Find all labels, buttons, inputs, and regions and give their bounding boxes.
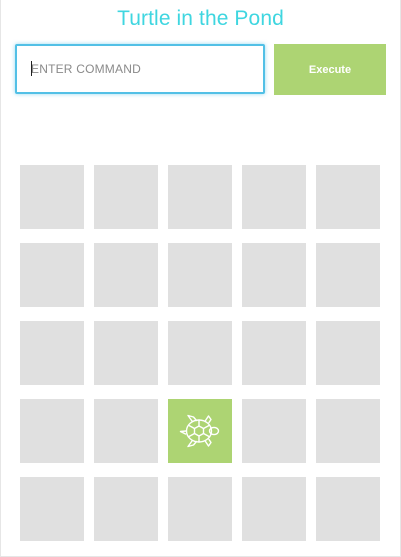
pond-cell-r4-c4 <box>242 399 306 463</box>
pond-cell-r1-c1 <box>20 165 84 229</box>
pond-grid <box>20 165 380 541</box>
pond-cell-r4-c5 <box>316 399 380 463</box>
pond-cell-r3-c1 <box>20 321 84 385</box>
pond-cell-r2-c3 <box>168 243 232 307</box>
pond-cell-r3-c4 <box>242 321 306 385</box>
pond-cell-r1-c5 <box>316 165 380 229</box>
page-title: Turtle in the Pond <box>117 7 284 30</box>
pond-cell-r3-c3 <box>168 321 232 385</box>
pond-cell-r5-c4 <box>242 477 306 541</box>
pond-cell-r2-c4 <box>242 243 306 307</box>
pond-cell-r5-c5 <box>316 477 380 541</box>
execute-button[interactable]: Execute <box>274 44 386 95</box>
pond-cell-r5-c3 <box>168 477 232 541</box>
pond-cell-r3-c2 <box>94 321 158 385</box>
pond-cell-r3-c5 <box>316 321 380 385</box>
pond-cell-r4-c1 <box>20 399 84 463</box>
pond-cell-r5-c2 <box>94 477 158 541</box>
pond-cell-r1-c3 <box>168 165 232 229</box>
pond-cell-r1-c4 <box>242 165 306 229</box>
pond-cell-r2-c1 <box>20 243 84 307</box>
turtle-icon <box>178 409 222 453</box>
command-input[interactable] <box>15 44 265 94</box>
pond-cell-r4-c2 <box>94 399 158 463</box>
pond-cell-turtle <box>168 399 232 463</box>
pond-cell-r2-c5 <box>316 243 380 307</box>
pond-cell-r2-c2 <box>94 243 158 307</box>
pond-cell-r5-c1 <box>20 477 84 541</box>
pond-cell-r1-c2 <box>94 165 158 229</box>
text-caret <box>31 61 32 76</box>
